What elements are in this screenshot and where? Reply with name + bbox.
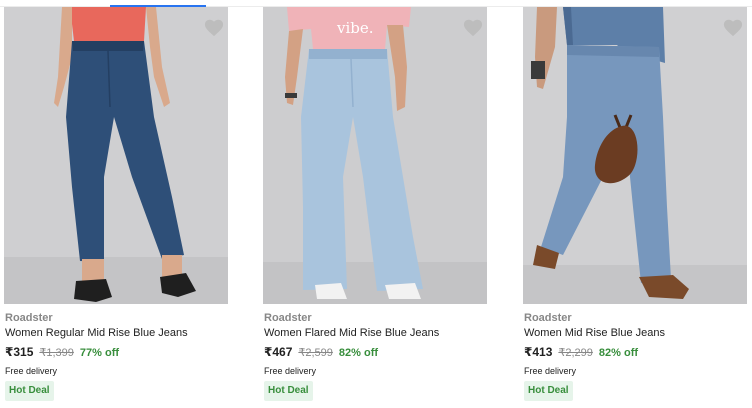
product-brand: Roadster [264,312,312,324]
heart-icon[interactable] [722,17,744,37]
model-photo-mid-rise-jeans [523,7,747,304]
price-row: ₹315 ₹1,399 77% off [5,345,119,359]
product-discount: 77% off [79,347,120,359]
heart-icon[interactable] [462,17,484,37]
product-price: ₹467 [264,345,293,359]
product-brand: Roadster [524,312,572,324]
product-card[interactable]: vibe. Roadster Women Flared Mid Rise Blu… [263,7,487,408]
svg-text:vibe.: vibe. [336,19,374,37]
product-mrp: ₹2,299 [558,347,593,359]
product-price: ₹315 [5,345,34,359]
product-discount: 82% off [598,347,639,359]
product-discount: 82% off [338,347,379,359]
heart-icon[interactable] [203,17,225,37]
delivery-info: Free delivery [524,366,577,376]
product-mrp: ₹1,399 [39,347,74,359]
product-card[interactable]: Roadster Women Regular Mid Rise Blue Jea… [4,7,228,408]
model-photo-regular-jeans [4,7,228,304]
product-price: ₹413 [524,345,553,359]
product-brand: Roadster [5,312,53,324]
delivery-info: Free delivery [5,366,58,376]
delivery-info: Free delivery [264,366,317,376]
product-image[interactable]: vibe. [263,7,487,304]
product-image[interactable] [523,7,747,304]
product-grid: Roadster Women Regular Mid Rise Blue Jea… [0,7,752,408]
price-row: ₹413 ₹2,299 82% off [524,345,638,359]
hot-deal-badge: Hot Deal [524,381,573,401]
product-image[interactable] [4,7,228,304]
hot-deal-badge: Hot Deal [5,381,54,401]
product-title[interactable]: Women Flared Mid Rise Blue Jeans [264,327,439,339]
product-title[interactable]: Women Mid Rise Blue Jeans [524,327,665,339]
price-row: ₹467 ₹2,599 82% off [264,345,378,359]
product-mrp: ₹2,599 [298,347,333,359]
model-photo-flared-jeans: vibe. [263,7,487,304]
product-card[interactable]: Roadster Women Mid Rise Blue Jeans ₹413 … [523,7,747,408]
product-title[interactable]: Women Regular Mid Rise Blue Jeans [5,327,188,339]
hot-deal-badge: Hot Deal [264,381,313,401]
